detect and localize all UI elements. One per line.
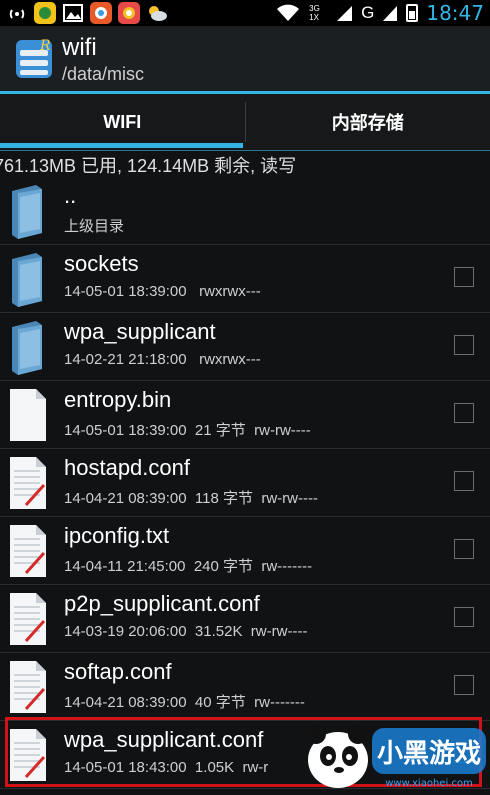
- tab-internal-storage[interactable]: 内部存储: [246, 94, 490, 150]
- text-file-icon: [8, 523, 48, 579]
- cell-signal-icon-2: [382, 4, 398, 22]
- tab-bar-divider: [0, 150, 490, 151]
- text-file-icon: [8, 455, 48, 511]
- file-meta: 14-04-21 08:39:00 118 字节 rw-rw----: [64, 487, 318, 508]
- current-path: /data/misc: [62, 64, 144, 85]
- file-meta: 14-04-21 08:39:00 40 字节 rw-------: [64, 691, 305, 712]
- select-checkbox[interactable]: [454, 335, 474, 355]
- svg-text:R: R: [39, 38, 51, 54]
- file-meta: 14-02-21 21:18:00 rwxrwx---: [64, 351, 261, 368]
- file-name: p2p_supplicant.conf: [64, 591, 260, 617]
- file-manager-app-icon[interactable]: R: [14, 36, 54, 82]
- file-meta: 14-03-19 20:06:00 31.52K rw-rw----: [64, 623, 307, 640]
- network-type-label: G: [361, 3, 374, 23]
- chrome-icon: [118, 2, 140, 24]
- list-item-entropy-bin[interactable]: entropy.bin 14-05-01 18:39:00 21 字节 rw-r…: [0, 381, 490, 449]
- file-name: wpa_supplicant: [64, 319, 216, 345]
- list-item-hostapd-conf[interactable]: hostapd.conf 14-04-21 08:39:00 118 字节 rw…: [0, 449, 490, 517]
- select-checkbox[interactable]: [454, 539, 474, 559]
- select-checkbox[interactable]: [454, 403, 474, 423]
- clock: 18:47: [426, 1, 484, 25]
- wifi-tether-icon: [6, 2, 28, 24]
- page-title: wifi: [62, 34, 97, 62]
- mobile-signal-label: 3G 1X: [309, 4, 327, 22]
- file-name: hostapd.conf: [64, 455, 190, 481]
- action-bar: R wifi /data/misc: [0, 26, 490, 92]
- file-name: ipconfig.txt: [64, 523, 169, 549]
- cell-signal-icon: [335, 4, 353, 22]
- watermark-url: www.xiaohei.com: [385, 778, 473, 789]
- file-meta: 14-05-01 18:39:00 rwxrwx---: [64, 283, 261, 300]
- text-file-icon: [8, 659, 48, 715]
- file-name: sockets: [64, 251, 139, 277]
- file-name: entropy.bin: [64, 387, 171, 413]
- select-checkbox[interactable]: [454, 267, 474, 287]
- list-item-softap-conf[interactable]: softap.conf 14-04-21 08:39:00 40 字节 rw--…: [0, 653, 490, 721]
- select-checkbox[interactable]: [454, 471, 474, 491]
- browser-icon: [90, 2, 112, 24]
- file-meta: 上级目录: [64, 215, 124, 236]
- notification-icons: [6, 2, 168, 24]
- status-bar: 3G 1X G 18:47: [0, 0, 490, 26]
- app-notification-icon: [34, 2, 56, 24]
- file-meta: 14-05-01 18:39:00 21 字节 rw-rw----: [64, 419, 311, 440]
- watermark-brand: 小黑游戏: [377, 739, 481, 769]
- list-item-wpa-supplicant-folder[interactable]: wpa_supplicant 14-02-21 21:18:00 rwxrwx-…: [0, 313, 490, 381]
- list-item-ipconfig-txt[interactable]: ipconfig.txt 14-04-11 21:45:00 240 字节 rw…: [0, 517, 490, 585]
- watermark-logo: 小黑游戏 www.xiaohei.com: [300, 718, 490, 790]
- storage-info: 761.13MB 已用, 124.14MB 剩余, 读写: [0, 152, 296, 178]
- folder-icon: [8, 319, 48, 375]
- select-checkbox[interactable]: [454, 675, 474, 695]
- tab-bar: WIFI 内部存储: [0, 94, 490, 150]
- wifi-signal-icon: [275, 3, 301, 23]
- file-meta: 14-04-11 21:45:00 240 字节 rw-------: [64, 555, 312, 576]
- file-name: softap.conf: [64, 659, 172, 685]
- image-icon: [62, 2, 84, 24]
- list-item-p2p-supplicant-conf[interactable]: p2p_supplicant.conf 14-03-19 20:06:00 31…: [0, 585, 490, 653]
- folder-icon: [8, 183, 48, 239]
- text-file-icon: [8, 591, 48, 647]
- select-checkbox[interactable]: [454, 607, 474, 627]
- weather-icon: [146, 2, 168, 24]
- status-icons: 3G 1X G 18:47: [275, 0, 484, 26]
- list-item-parent-directory[interactable]: .. 上级目录: [0, 177, 490, 245]
- file-name: ..: [64, 183, 76, 209]
- battery-icon: [406, 4, 418, 22]
- folder-icon: [8, 251, 48, 307]
- blank-file-icon: [8, 387, 48, 443]
- file-list: .. 上级目录 sockets 14-05-01 18:39:00 rwxrwx…: [0, 177, 490, 789]
- list-item-sockets[interactable]: sockets 14-05-01 18:39:00 rwxrwx---: [0, 245, 490, 313]
- tab-wifi[interactable]: WIFI: [0, 94, 245, 150]
